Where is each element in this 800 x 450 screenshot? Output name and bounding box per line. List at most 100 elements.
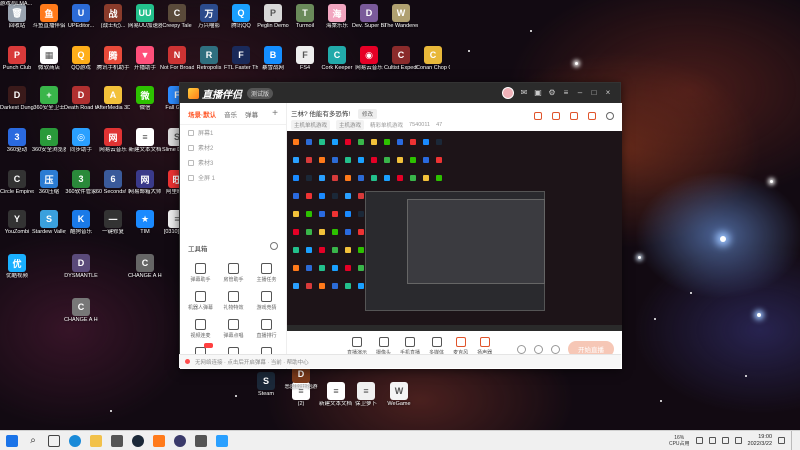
task-view-icon[interactable] [48, 434, 60, 447]
menu-icon[interactable]: ≡ [562, 89, 570, 97]
desktop-icon[interactable]: ≡ 保卫萝卜 [350, 380, 382, 408]
desktop-icon[interactable]: Y YouZombi [1, 208, 33, 236]
toolbox-item[interactable]: 弹幕点唱 [217, 319, 250, 339]
desktop-icon[interactable]: W WeGame [383, 380, 415, 408]
show-desktop-button[interactable] [791, 430, 794, 450]
eye-icon[interactable] [188, 129, 194, 136]
desktop-icon[interactable]: 3 360软件管家 [65, 168, 97, 196]
desktop-icon[interactable]: W The Wanderer [384, 2, 418, 30]
desktop-icon[interactable]: D DYSMANTLE [64, 252, 98, 280]
desktop-icon[interactable]: C Creepy Tale [161, 2, 193, 30]
desktop-icon[interactable]: DDeath Road to Canada [64, 84, 98, 112]
desktop-icon[interactable]: Q QQ游戏 [65, 44, 97, 72]
network-icon[interactable] [708, 437, 716, 444]
tab-music[interactable]: 音乐 [224, 109, 237, 119]
desktop-icon[interactable]: C Cork Keeper [321, 44, 353, 72]
desktop-icon[interactable]: +360安全卫士 [33, 84, 65, 112]
message-icon[interactable]: ✉ [520, 89, 528, 97]
desktop-icon[interactable]: NNot For Broadcast [160, 44, 194, 72]
desktop-icon[interactable]: P Punch Club [1, 44, 33, 72]
desktop-icon[interactable]: ≡ 新建文本文档 [128, 126, 162, 154]
volume-icon[interactable] [721, 437, 729, 444]
edge-browser-icon[interactable] [69, 434, 81, 447]
user-avatar[interactable] [502, 87, 514, 99]
toolbox-item[interactable]: 弹幕助手 [184, 263, 217, 283]
desktop-icon[interactable]: CConan Chop Chop [416, 44, 450, 72]
stream-settings-icon[interactable] [551, 344, 560, 354]
toolbox-item[interactable]: 礼物特效 [217, 291, 250, 311]
maximize-icon[interactable]: □ [590, 89, 598, 97]
desktop-icon[interactable]: 网网易邮箱大师 [128, 168, 162, 196]
bell-icon[interactable] [588, 112, 596, 120]
app-taskbar-icon[interactable] [174, 434, 186, 447]
desktop-icon[interactable]: 网网易云音乐 [97, 126, 129, 154]
tab-danmaku[interactable]: 弹幕 [245, 109, 258, 119]
store-icon[interactable] [111, 434, 123, 447]
toolbox-item[interactable]: 游戏竞猜 [250, 291, 283, 311]
desktop-icon[interactable]: A AfterMedia 3D [96, 84, 130, 112]
scene-item[interactable]: 素材2 [180, 140, 286, 155]
record-icon[interactable] [570, 112, 578, 120]
desktop-icon[interactable]: C Circle Empires [0, 168, 34, 196]
live-streaming-app-window[interactable]: 直播伴侣 测试版 ✉ ▣ ⚙ ≡ – □ × 场景·默认 音乐 弹幕 + 屏幕1… [179, 82, 622, 369]
desktop-icon[interactable]: e 360安全浏览器 [32, 126, 66, 154]
toolbox-settings-icon[interactable] [270, 242, 278, 250]
desktop-icon[interactable]: 战 (战士纪)... [97, 2, 129, 30]
scene-item[interactable]: 素材3 [180, 155, 286, 170]
beauty-icon[interactable] [534, 344, 543, 354]
toolbox-item[interactable]: 主播任务 [250, 263, 283, 283]
desktop-icon[interactable]: ▼ 开播助手 [129, 44, 161, 72]
gift-icon[interactable]: ▣ [534, 89, 542, 97]
live-app-taskbar-icon[interactable] [153, 434, 165, 447]
file-explorer-icon[interactable] [90, 434, 102, 447]
start-button-icon[interactable] [6, 434, 18, 447]
steam-taskbar-icon[interactable] [132, 434, 144, 447]
desktop-icon[interactable]: ▦ 微软商店 [33, 44, 65, 72]
desktop-icon[interactable]: CCultist Expedition [384, 44, 418, 72]
eye-icon[interactable] [188, 159, 194, 166]
desktop-icon[interactable]: B 暴雪战网 [257, 44, 289, 72]
desktop-icon[interactable]: 腾腾讯手机助手 [96, 44, 130, 72]
desktop-icon[interactable]: 微微信 [129, 84, 161, 112]
room-icon[interactable] [552, 112, 560, 120]
share-icon[interactable] [606, 112, 614, 120]
tab-scene[interactable]: 场景·默认 [188, 109, 216, 119]
edit-title-button[interactable]: 修改 [358, 109, 378, 119]
scene-item[interactable]: 全屏 1 [180, 170, 286, 185]
desktop-icon[interactable]: 优优酷视频 [1, 252, 33, 280]
notification-icon[interactable] [778, 437, 785, 444]
app-taskbar-icon[interactable] [195, 434, 207, 447]
desktop-icon[interactable]: 660 Seconds! Reatomized [96, 168, 130, 196]
desktop-icon[interactable]: K 酷狗音乐 [65, 208, 97, 236]
tray-arrow-icon[interactable] [695, 437, 703, 444]
camera-toggle-icon[interactable] [517, 344, 526, 354]
desktop-icon[interactable]: T Turmoil [289, 2, 321, 30]
desktop-icon[interactable]: ★ TIM [129, 208, 161, 236]
close-icon[interactable]: × [604, 89, 612, 97]
add-tab-button[interactable]: + [272, 108, 278, 119]
desktop-icon[interactable]: 压 360压缩 [33, 168, 65, 196]
stream-preview[interactable] [287, 131, 622, 331]
desktop-icon[interactable]: CCHANGE A Homeless... [64, 296, 98, 324]
desktop-icon[interactable]: P Peglin Demo [257, 2, 289, 30]
toolbox-item[interactable]: 机器人弹幕 [184, 291, 217, 311]
desktop-icon[interactable]: UU 网易UU加速器 [128, 2, 162, 30]
toolbox-item[interactable]: 视频连麦 [184, 319, 217, 339]
toolbox-item[interactable]: 直播排行 [250, 319, 283, 339]
desktop-icon[interactable]: S Stardew Valley [32, 208, 66, 236]
desktop-icon[interactable]: DDev. Super Baksan [352, 2, 386, 30]
desktop-icon[interactable]: 3 360驱动 [1, 126, 33, 154]
desktop-icon[interactable]: S Steam [250, 370, 282, 398]
desktop-icon[interactable]: Q 腾讯QQ [225, 2, 257, 30]
desktop-icon[interactable]: 海海棠乐乐 [321, 2, 353, 30]
minimize-icon[interactable]: – [576, 89, 584, 97]
desktop-icon[interactable]: F FS4 [289, 44, 321, 72]
desktop-icon[interactable]: FFTL Faster Than Light [224, 44, 258, 72]
desktop-icon[interactable]: 一一键修复 [97, 208, 129, 236]
desktop-icon[interactable]: 万万兴喵影 [193, 2, 225, 30]
desktop-icon[interactable]: ≡新建文本文档 (3) [319, 380, 353, 408]
toolbox-item[interactable]: 房管助手 [217, 263, 250, 283]
desktop-icon[interactable]: CCHANGE A Homeless [128, 252, 162, 280]
category-tag[interactable]: 主机游戏 [336, 120, 365, 130]
desktop-icon[interactable]: ◉ 网易云音乐 [353, 44, 385, 72]
